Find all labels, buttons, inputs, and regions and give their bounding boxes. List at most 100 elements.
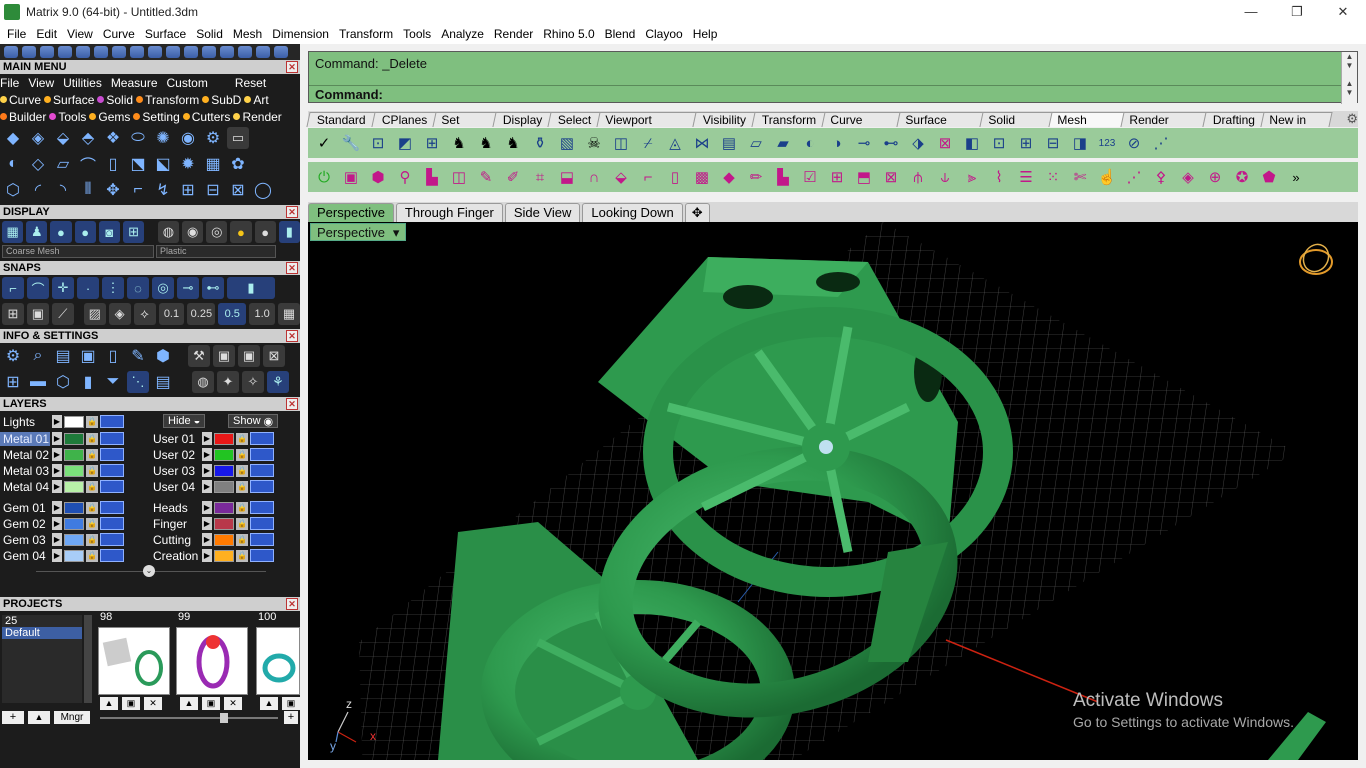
tool-icon[interactable]: ⊟ [202,179,224,201]
solid-tool-icon[interactable]: ◆ [717,165,741,189]
number-tool-icon[interactable]: 123 [1095,131,1119,155]
close-icon[interactable]: ✕ [286,262,298,274]
layer-color-swatch[interactable] [64,448,84,461]
bail-tool-icon[interactable]: ▱ [52,153,74,175]
cylinder-icon[interactable]: ▮ [77,371,99,393]
layer-color-swatch[interactable] [64,464,84,477]
snap-end-icon[interactable]: ⌐ [2,277,24,299]
project-list-scrollbar[interactable] [84,615,92,703]
tab-select[interactable]: Select [547,112,603,127]
search-icon[interactable]: ⌕ [27,345,49,367]
lock-icon[interactable]: 🔒 [236,533,248,546]
solid-tool-icon[interactable]: ▙ [771,165,795,189]
filter-icon[interactable]: ⏷ [102,371,124,393]
up-arrow-icon[interactable]: ▲ [260,697,278,710]
up-arrow-icon[interactable]: ▲ [180,697,198,710]
layer-color-swatch[interactable] [214,549,234,562]
visibility-toggle[interactable] [100,517,124,530]
lock-icon[interactable]: 🔒 [86,501,98,514]
shaded-icon[interactable]: ♟ [26,221,48,243]
artistic-icon[interactable]: ◙ [98,221,120,243]
tool-icon[interactable] [220,46,234,58]
mm-subd[interactable]: SubD [202,93,241,107]
tool-icon[interactable]: ◍ [192,371,214,393]
mesh-tool-icon[interactable]: ⊞ [420,131,444,155]
mm-view[interactable]: View [28,76,54,90]
tab-visibility[interactable]: Visibility [692,112,757,127]
solid-tool-icon[interactable]: ◫ [447,165,471,189]
line-icon[interactable]: ⟋ [51,303,74,325]
lock-icon[interactable]: 🔒 [236,464,248,477]
mesh-tool-icon[interactable]: ▰ [771,131,795,155]
layer-name[interactable]: Creation [150,549,200,563]
mesh-tool-icon[interactable]: ◧ [960,131,984,155]
solid-tool-icon[interactable]: ✏ [744,165,768,189]
mesh-quality-select[interactable]: Coarse Mesh [2,245,154,258]
gem-tool-icon[interactable]: ◉ [177,127,199,149]
lock-icon[interactable]: 🔒 [236,432,248,445]
layer-row[interactable]: User 03 ▶ 🔒 [150,463,274,478]
command-input[interactable] [389,87,1339,102]
viewport-perspective[interactable]: z y x Perspective ▾ Activate Windows Go … [308,222,1358,760]
layer-name[interactable]: Gem 04 [0,549,50,563]
solid-tool-icon[interactable]: ◈ [1176,165,1200,189]
solid-tool-icon[interactable]: ✄ [1068,165,1092,189]
tool-icon[interactable] [4,46,18,58]
mesh-tool-icon[interactable]: ⊠ [933,131,957,155]
solid-tool-icon[interactable]: ☝ [1095,165,1119,189]
mm-surface[interactable]: Surface [44,93,94,107]
solid-tool-icon[interactable]: ⊠ [879,165,903,189]
menu-edit[interactable]: Edit [31,27,62,41]
solid-tool-icon[interactable]: ⋰ [1122,165,1146,189]
menu-surface[interactable]: Surface [140,27,191,41]
tool-icon[interactable]: ▤ [152,371,174,393]
visibility-toggle[interactable] [250,517,274,530]
visibility-toggle[interactable] [250,480,274,493]
tool-icon[interactable]: ✹ [177,153,199,175]
prong-tool-icon[interactable]: ⬙ [52,127,74,149]
edit-icon[interactable]: ✎ [127,345,149,367]
lock-icon[interactable]: 🔒 [86,549,98,562]
solid-tool-icon[interactable]: ✐ [501,165,525,189]
layer-name[interactable]: User 02 [150,448,200,462]
layer-color-swatch[interactable] [64,480,84,493]
snap-point-icon[interactable]: ✛ [52,277,74,299]
solid-tool-icon[interactable]: ⌐ [636,165,660,189]
solid-tool-icon[interactable]: ⁙ [1041,165,1065,189]
mesh-tool-icon[interactable]: ⊟ [1041,131,1065,155]
mm-curve[interactable]: Curve [0,93,41,107]
mm-builder[interactable]: Builder [0,110,46,124]
expand-arrow-icon[interactable]: ▶ [52,464,62,477]
save-icon[interactable]: ▣ [282,697,300,710]
restore-button[interactable]: ❐ [1274,0,1320,23]
viewport-label[interactable]: Perspective ▾ [310,223,407,241]
layer-color-swatch[interactable] [214,501,234,514]
mesh-tool-icon[interactable]: ◐ [798,131,822,155]
snap-mid-icon[interactable]: · [77,277,99,299]
circle-tool-icon[interactable]: ◯ [252,179,274,201]
solid-tool-icon[interactable]: ☑ [798,165,822,189]
lock-icon[interactable]: 🔒 [86,448,98,461]
tool-icon[interactable] [40,46,54,58]
gear-icon[interactable]: ⚙ [1346,111,1358,127]
mesh-tool-icon[interactable]: ▤ [717,131,741,155]
visibility-toggle[interactable] [250,549,274,562]
project-list[interactable]: 25 Default [2,615,82,703]
snap-quad-icon[interactable]: ⊷ [202,277,224,299]
project-item[interactable]: 25 [2,615,82,627]
setting-tool-icon[interactable]: ⬘ [77,127,99,149]
up-arrow-icon[interactable]: ▲ [100,697,118,710]
panel-toggle-icon[interactable]: ▭ [227,127,249,149]
figure-tool-icon[interactable]: ♞ [474,131,498,155]
close-icon[interactable]: ✕ [286,330,298,342]
figure-tool-icon[interactable]: ♞ [501,131,525,155]
visibility-toggle[interactable] [250,501,274,514]
tab-new-in-v5[interactable]: New in V5 [1260,112,1332,141]
menu-dimension[interactable]: Dimension [267,27,334,41]
solid-tool-icon[interactable]: ▙ [420,165,444,189]
solid-tool-icon[interactable]: ⬙ [609,165,633,189]
tab-cplanes[interactable]: CPlanes [371,112,438,127]
visibility-toggle[interactable] [250,464,274,477]
visibility-toggle[interactable] [250,432,274,445]
mesh-tool-icon[interactable]: ⊡ [366,131,390,155]
